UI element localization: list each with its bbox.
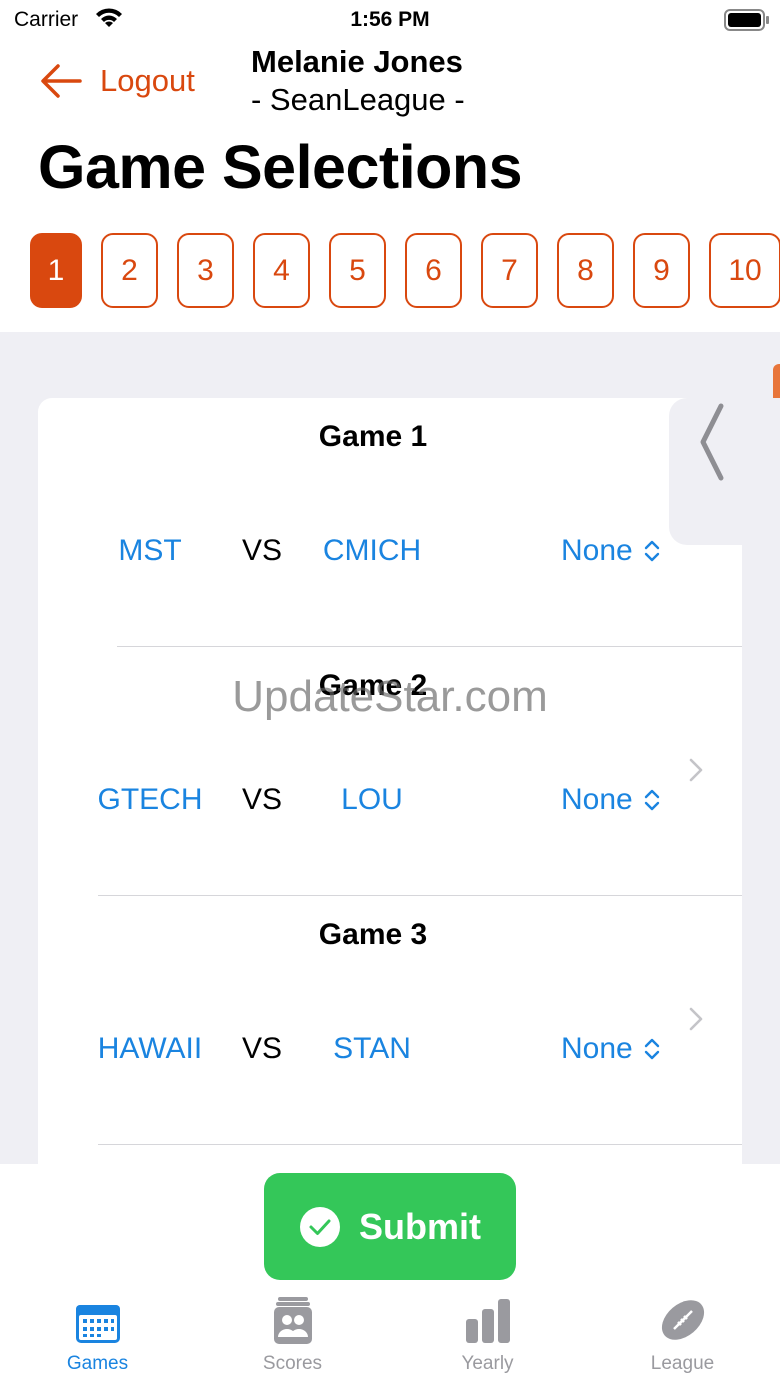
week-button-3[interactable]: 3 bbox=[177, 233, 234, 308]
row-divider bbox=[98, 1144, 742, 1145]
week-button-2[interactable]: 2 bbox=[101, 233, 158, 308]
vs-label: VS bbox=[242, 534, 283, 567]
tab-league[interactable]: League bbox=[585, 1295, 780, 1375]
back-arrow-icon bbox=[41, 64, 82, 98]
game-title: Game 3 bbox=[318, 918, 428, 951]
chevron-right-icon bbox=[689, 1007, 703, 1031]
tab-yearly[interactable]: Yearly bbox=[390, 1295, 585, 1375]
pick-selector[interactable]: None bbox=[561, 534, 661, 568]
week-button-5[interactable]: 5 bbox=[329, 233, 386, 308]
chevron-up-down-icon bbox=[644, 789, 659, 811]
football-icon bbox=[661, 1300, 704, 1340]
tab-label: League bbox=[650, 1353, 715, 1374]
chevron-right-icon bbox=[689, 758, 703, 782]
vs-label: VS bbox=[242, 1032, 283, 1065]
chevron-up-down-icon bbox=[644, 540, 659, 562]
week-button-9[interactable]: 9 bbox=[633, 233, 690, 308]
battery-icon bbox=[724, 9, 769, 31]
game-title: Game 1 bbox=[318, 420, 428, 453]
week-button-10[interactable]: 10 bbox=[709, 233, 780, 308]
league-name: - SeanLeague - bbox=[251, 82, 465, 117]
tab-scores[interactable]: Scores bbox=[195, 1295, 390, 1375]
tab-label: Games bbox=[66, 1353, 129, 1374]
chevron-up-down-icon bbox=[644, 1038, 659, 1060]
games-list-area[interactable]: Game 1 MST VS CMICH None Game 2 GTECH VS… bbox=[0, 332, 780, 1164]
team-b-button[interactable]: STAN bbox=[302, 1032, 442, 1066]
side-drawer-handle[interactable] bbox=[669, 398, 780, 545]
team-a-button[interactable]: GTECH bbox=[80, 783, 220, 817]
scores-icon bbox=[273, 1297, 312, 1344]
pick-selector[interactable]: None bbox=[561, 783, 661, 817]
calendar-icon bbox=[75, 1305, 120, 1343]
week-button-1[interactable]: 1 bbox=[30, 233, 82, 308]
tab-label: Yearly bbox=[461, 1353, 514, 1374]
page-title: Game Selections bbox=[38, 133, 523, 201]
week-button-7[interactable]: 7 bbox=[481, 233, 538, 308]
status-bar: Carrier 1:56 PM bbox=[0, 0, 780, 40]
week-button-4[interactable]: 4 bbox=[253, 233, 310, 308]
logout-label: Logout bbox=[100, 63, 195, 98]
team-a-button[interactable]: HAWAII bbox=[80, 1032, 220, 1066]
team-b-button[interactable]: CMICH bbox=[302, 534, 442, 568]
game-row[interactable]: Game 1 MST VS CMICH None bbox=[38, 398, 742, 647]
tab-bar: Games Scores Yearly League bbox=[0, 1295, 780, 1387]
team-a-button[interactable]: MST bbox=[80, 534, 220, 568]
game-row[interactable]: Game 3 HAWAII VS STAN None bbox=[38, 896, 742, 1145]
week-button-8[interactable]: 8 bbox=[557, 233, 614, 308]
pick-selector[interactable]: None bbox=[561, 1032, 661, 1066]
pick-value: None bbox=[561, 783, 633, 816]
check-circle-icon bbox=[300, 1206, 340, 1247]
game-title: Game 2 bbox=[318, 669, 428, 702]
chevron-left-icon bbox=[700, 403, 724, 481]
tab-label: Scores bbox=[262, 1353, 323, 1374]
tab-games[interactable]: Games bbox=[0, 1295, 195, 1375]
bar-chart-icon bbox=[465, 1299, 510, 1343]
pick-value: None bbox=[561, 534, 633, 567]
pick-value: None bbox=[561, 1032, 633, 1065]
week-button-6[interactable]: 6 bbox=[405, 233, 462, 308]
game-row[interactable]: Game 2 GTECH VS LOU None bbox=[38, 647, 742, 896]
submit-label: Submit bbox=[359, 1205, 481, 1247]
vs-label: VS bbox=[242, 783, 283, 816]
games-card: Game 1 MST VS CMICH None Game 2 GTECH VS… bbox=[38, 398, 742, 1164]
logout-button[interactable]: Logout bbox=[40, 60, 195, 102]
status-time: 1:56 PM bbox=[350, 8, 430, 31]
team-b-button[interactable]: LOU bbox=[302, 783, 442, 817]
user-name: Melanie Jones bbox=[251, 44, 463, 79]
week-selector: 1 2 3 4 5 6 7 8 9 10 bbox=[30, 233, 780, 308]
submit-button[interactable]: Submit bbox=[264, 1173, 516, 1280]
